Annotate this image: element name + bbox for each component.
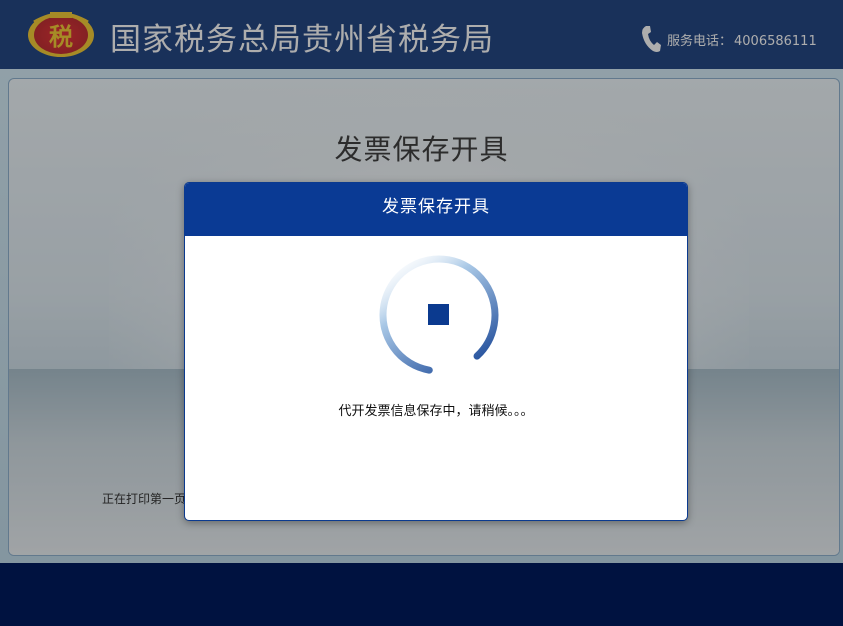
stop-icon[interactable] [428,304,449,325]
saving-dialog: 发票保存开具 代开发票信息保存中，请稍候。。。 [184,182,688,521]
footer-overlay [0,563,843,626]
dialog-title: 发票保存开具 [185,183,687,236]
dialog-message: 代开发票信息保存中，请稍候。。。 [338,404,534,419]
loading-spinner-icon [379,255,499,375]
